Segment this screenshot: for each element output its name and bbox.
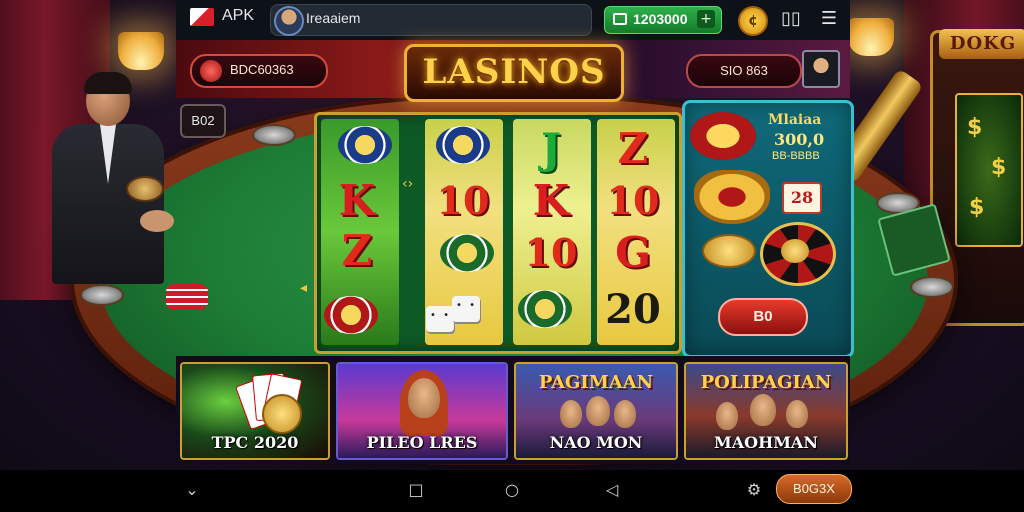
game-card-label: TPC 2020 <box>211 433 299 452</box>
coin-icon[interactable]: ¢ <box>738 6 768 36</box>
game-card[interactable]: TPC 2020 <box>180 362 330 460</box>
casino-logo: LASINOS <box>404 44 624 102</box>
lamp-left <box>118 32 164 70</box>
game-card-title: PAGIMAAN <box>538 372 654 393</box>
home-square-icon[interactable]: □ <box>404 478 428 502</box>
cup-holder <box>252 124 296 146</box>
payline-arrow-icon: ‹› <box>402 176 414 192</box>
bonus-title: Mlaiaa <box>768 112 822 128</box>
game-card-label: NAO MON <box>549 433 643 452</box>
reel-symbol: K <box>532 176 570 225</box>
game-card[interactable]: PILEO LRES <box>336 362 508 460</box>
gem-icon <box>200 60 222 82</box>
crown-emblem-icon <box>690 112 756 160</box>
host-hair <box>84 72 132 94</box>
balance-display[interactable]: 1203000 + <box>604 6 722 34</box>
game-card[interactable]: POLIPAGIAN MAOHMAN <box>684 362 848 460</box>
game-card-label: MAOHMAN <box>714 433 818 452</box>
gold-coin-icon <box>702 234 756 268</box>
back-chevron-icon[interactable]: ⌄ <box>180 478 204 502</box>
host-hand <box>140 210 174 232</box>
chip-icon <box>262 394 302 434</box>
chip-symbol <box>518 290 572 328</box>
lamp-right <box>848 18 894 56</box>
add-funds-button[interactable]: + <box>697 10 715 28</box>
reel-symbol: G <box>615 228 651 277</box>
game-card-label: PILEO LRES <box>366 433 478 452</box>
character-face <box>750 394 776 426</box>
spin-button[interactable]: B0 <box>718 298 808 336</box>
back-triangle-icon[interactable]: ◁ <box>600 478 624 502</box>
character-face <box>560 400 582 428</box>
bonus-subtext: BB-BBBB <box>772 150 820 162</box>
reel-symbol: K <box>338 176 376 225</box>
jackpot-value: BDC60363 <box>230 62 294 77</box>
menu-grid-icon[interactable]: ☰ <box>818 8 840 30</box>
payline-arrow-icon: ◂ <box>300 280 308 296</box>
reel-symbol: 10 <box>524 230 578 275</box>
multiplier-badge: 28 <box>782 182 822 214</box>
chip-symbol <box>440 234 494 272</box>
reel-symbol: 10 <box>606 178 660 223</box>
cup-holder <box>910 276 954 298</box>
dice-symbol <box>426 306 454 332</box>
chip-symbol <box>324 296 378 334</box>
app-label: APK <box>222 7 255 24</box>
character-face <box>614 400 636 428</box>
search-text[interactable]: Ireaaiem <box>306 10 360 26</box>
phone-layout-icon[interactable]: ▯▯ <box>780 8 802 30</box>
roulette-wheel-icon <box>760 222 836 286</box>
chip-symbol <box>338 126 392 164</box>
user-avatar[interactable] <box>274 6 304 36</box>
game-card[interactable]: PAGIMAAN NAO MON <box>514 362 678 460</box>
slot-machine-marquee: DOKG <box>939 29 1024 59</box>
chip-symbol <box>436 126 490 164</box>
profile-thumbnail[interactable] <box>802 50 840 88</box>
settings-gear-icon[interactable]: ⚙ <box>742 478 766 502</box>
balance-value: 1203000 <box>633 11 688 27</box>
reel-symbol: J <box>541 124 561 173</box>
dice-symbol <box>452 296 480 322</box>
slot-machine-screen: $ $ $ <box>955 93 1023 247</box>
nav-action-pill[interactable]: B0G3X <box>776 474 852 504</box>
apk-flag-icon <box>190 8 214 26</box>
bonus-value: 300,0 <box>774 130 825 149</box>
winged-emblem-icon <box>694 170 770 224</box>
reel-symbol: Z <box>341 226 373 275</box>
reel-symbol: 10 <box>436 178 490 223</box>
host-chip <box>126 176 164 202</box>
wallet-icon <box>613 13 627 25</box>
reel-symbol: Z <box>617 124 649 173</box>
wallet-pill[interactable]: SIO 863 <box>686 54 802 88</box>
side-badge[interactable]: B02 <box>180 104 226 138</box>
jackpot-pill[interactable]: BDC60363 <box>190 54 328 88</box>
character-face <box>408 378 440 418</box>
character-face <box>786 400 808 428</box>
character-face <box>716 402 738 430</box>
game-card-title: POLIPAGIAN <box>700 372 832 393</box>
home-circle-icon[interactable]: ○ <box>500 478 524 502</box>
reel-symbol: 20 <box>605 286 661 333</box>
character-face <box>586 396 610 426</box>
